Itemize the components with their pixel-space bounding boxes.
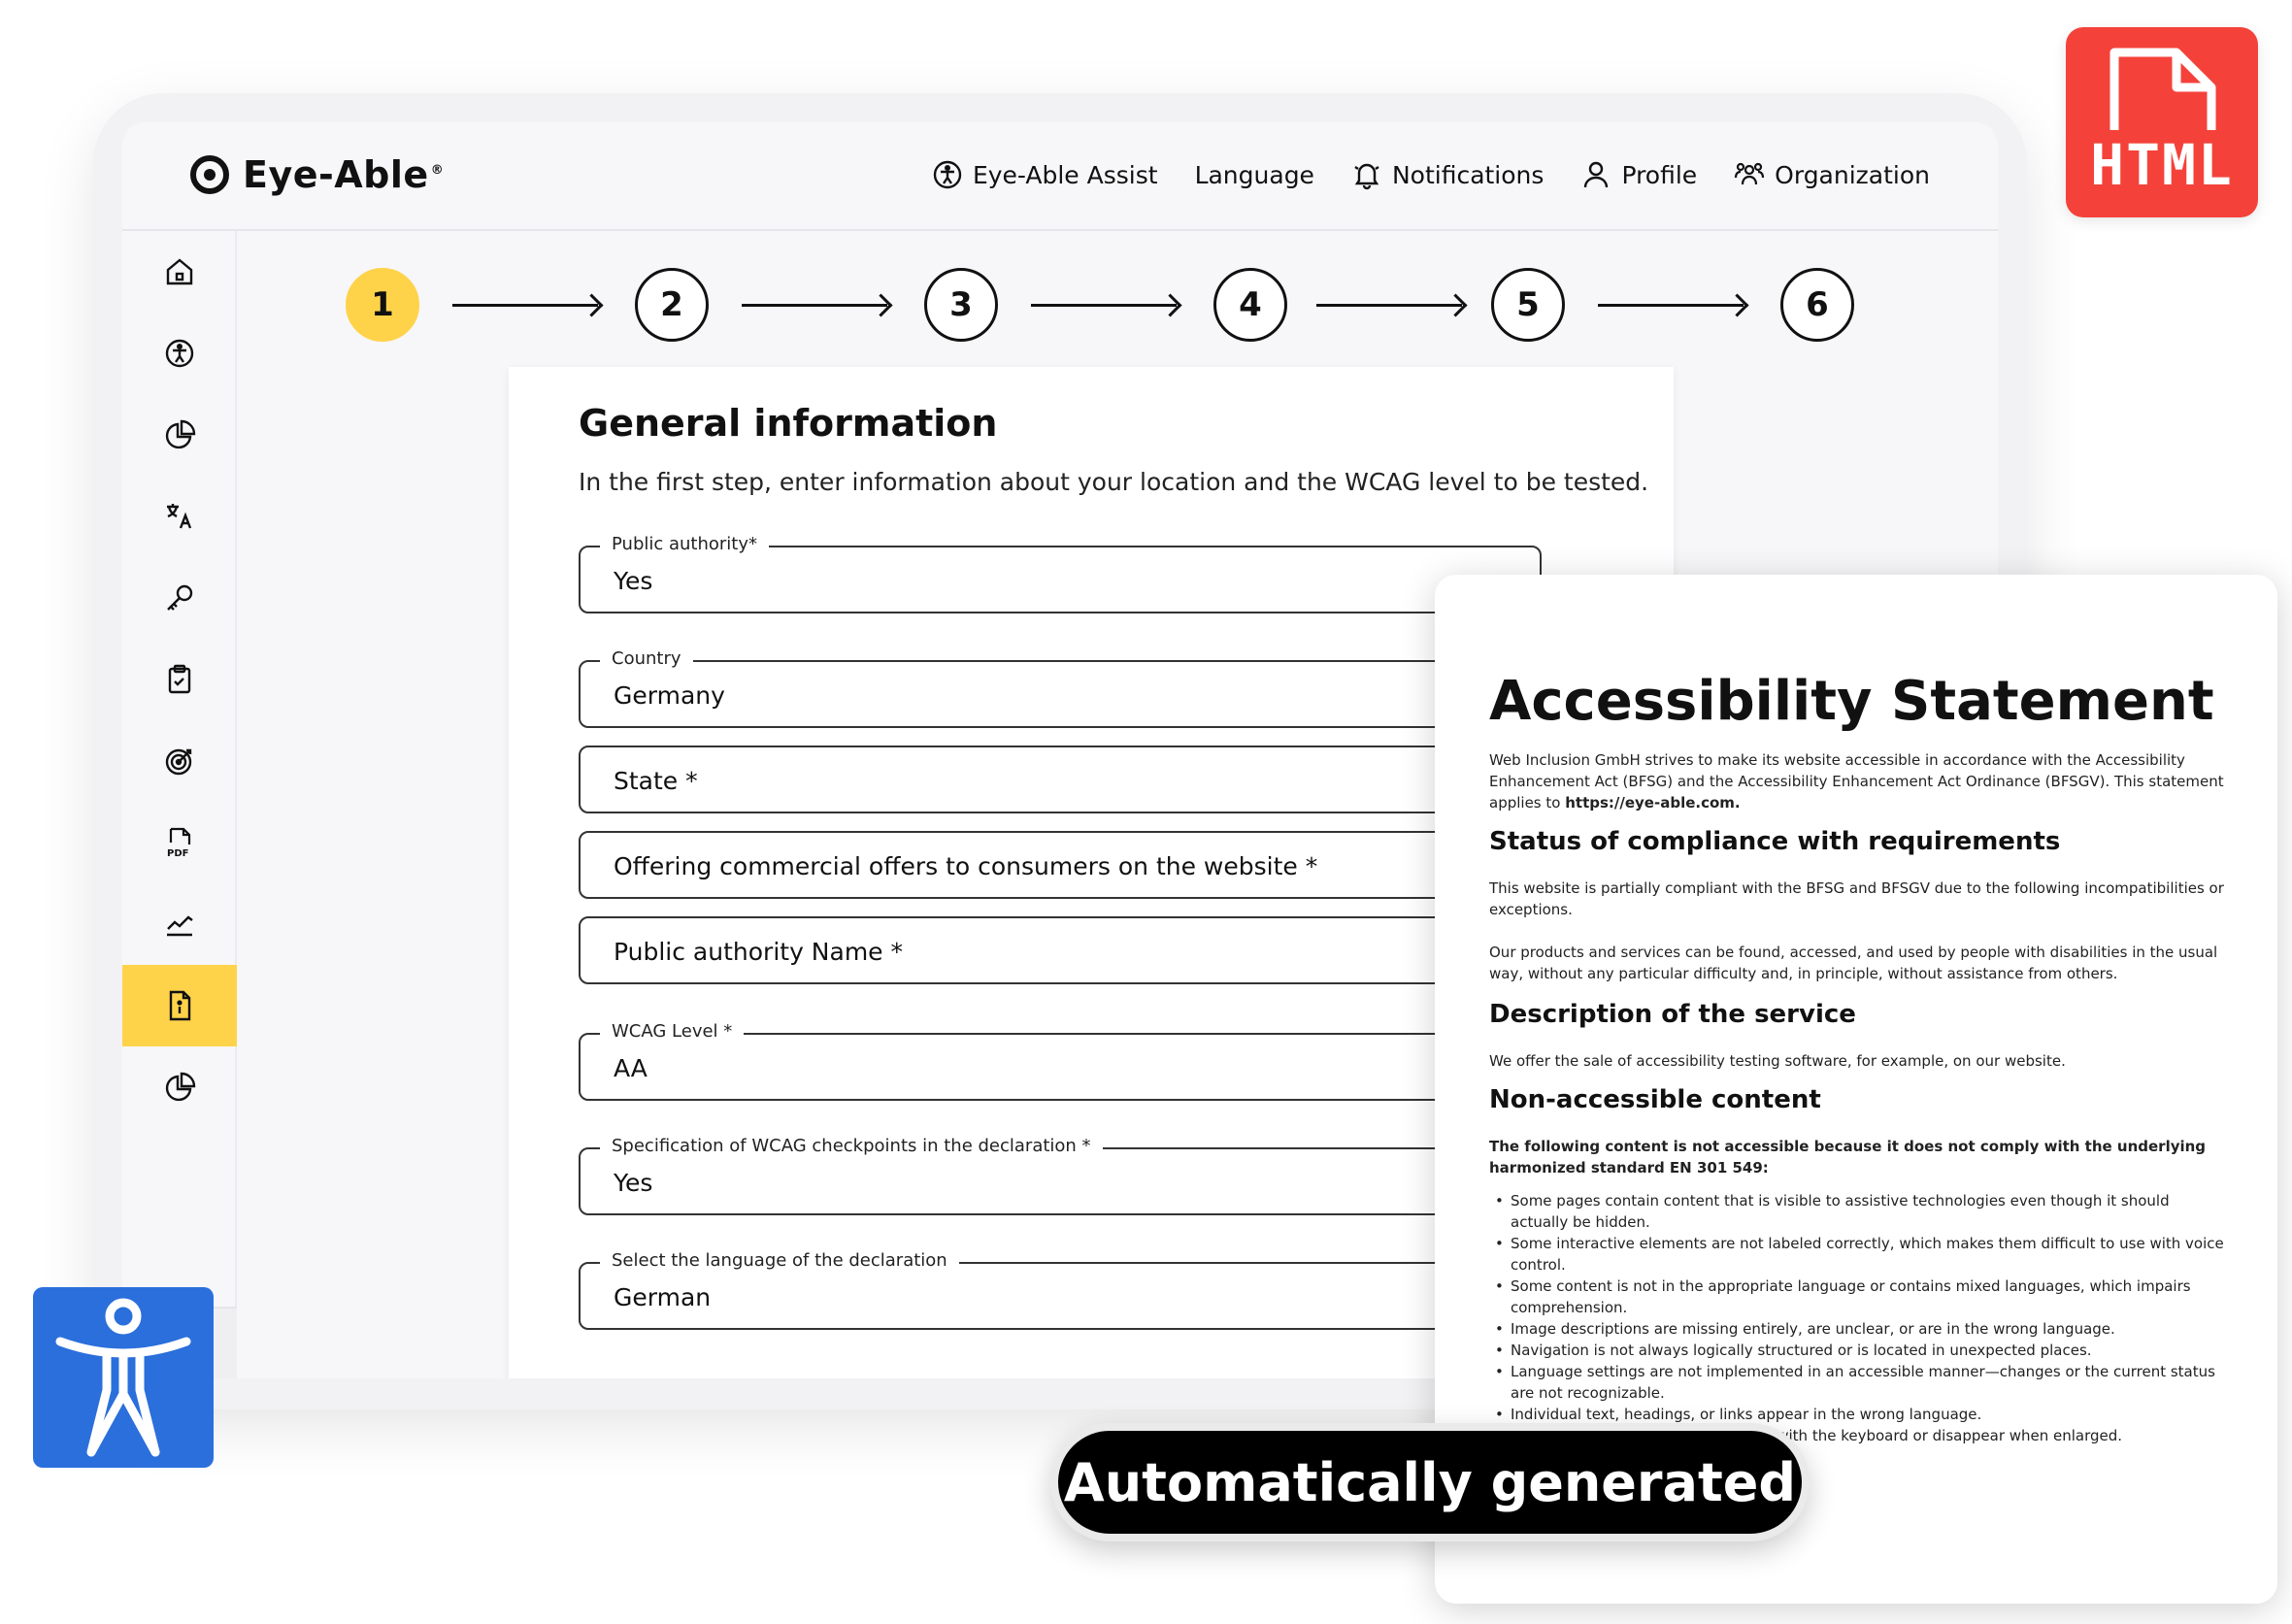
eye-able-logo[interactable]: Eye-Able ® [190,153,444,196]
state-select[interactable]: State * [579,746,1542,813]
step-2[interactable]: 2 [635,268,709,342]
field-value: German [614,1283,712,1311]
key-icon [167,584,193,611]
sidebar-item-tests[interactable] [122,639,237,720]
step-arrow [1598,304,1744,307]
sidebar-item-goals[interactable] [122,720,237,802]
sidebar-item-statistics[interactable] [122,1046,237,1128]
heading-status: Status of compliance with requirements [1489,827,2061,856]
declaration-language-select[interactable]: Select the language of the declaration G… [579,1250,1542,1330]
sidebar-item-analytics[interactable] [122,394,237,476]
form-intro: In the first step, enter information abo… [579,468,1649,496]
public-authority-select[interactable]: Public authority* Yes [579,534,1542,613]
document-link[interactable]: https://eye-able.com. [1565,794,1740,812]
list-item: Some pages contain content that is visib… [1489,1190,2231,1233]
step-arrow [452,304,598,307]
home-icon [166,258,193,285]
step-4[interactable]: 4 [1213,268,1287,342]
field-label: WCAG Level * [600,1021,745,1042]
field-placeholder: State * [614,767,698,795]
top-header: Eye-Able ® Eye-Able Assist Language Notif… [122,122,1998,231]
wizard-stepper: 1 2 3 4 5 6 [346,268,1860,346]
team-icon [1735,162,1765,185]
nav-organization[interactable]: Organization [1734,159,1930,190]
accessibility-badge[interactable] [33,1287,214,1468]
non-accessible-list: Some pages contain content that is visib… [1489,1190,2231,1446]
html-file-badge: HTML [2066,27,2258,217]
automatically-generated-label: Automatically generated [1050,1423,1810,1541]
document-intro: Web Inclusion GmbH strives to make its w… [1489,751,2224,812]
document-title: Accessibility Statement [1489,670,2214,733]
pdf-icon: PDF [167,827,191,859]
nav-notifications[interactable]: Notifications [1351,159,1544,190]
list-item: Some content is not in the appropriate l… [1489,1276,2231,1318]
eye-logo-icon [190,155,229,194]
sidebar-item-pdf[interactable]: PDF [122,802,237,883]
step-1[interactable]: 1 [346,268,419,342]
paragraph-service: We offer the sale of accessibility testi… [1489,1052,2066,1070]
step-5[interactable]: 5 [1491,268,1565,342]
field-label: Select the language of the declaration [600,1250,959,1271]
field-label: Public authority* [600,534,770,554]
top-nav: Eye-Able Assist Language Notifications P… [932,159,1930,190]
list-item: Some interactive elements are not labele… [1489,1233,2231,1276]
step-6[interactable]: 6 [1780,268,1854,342]
form-title: General information [579,402,998,445]
list-item: Image descriptions are missing entirely,… [1489,1318,2231,1340]
file-icon [2109,48,2216,130]
line-chart-icon [167,915,193,937]
public-authority-name-input[interactable]: Public authority Name * [579,916,1542,984]
nav-language[interactable]: Language [1195,161,1314,189]
brand-name: Eye-Able ® [243,153,445,196]
nav-eye-able-assist[interactable]: Eye-Able Assist [932,159,1158,190]
step-arrow [742,304,887,307]
paragraph-status: This website is partially compliant with… [1489,879,2224,918]
field-value: Germany [614,681,725,710]
sidebar-item-statement[interactable] [122,965,237,1046]
sidebar-item-home[interactable] [122,231,237,313]
wcag-checkpoints-select[interactable]: Specification of WCAG checkpoints in the… [579,1136,1542,1215]
field-placeholder: Offering commercial offers to consumers … [614,852,1318,880]
accessibility-icon [165,339,194,368]
pie-chart-icon [165,419,196,449]
paragraph-products: Our products and services can be found, … [1489,944,2218,982]
list-item: Language settings are not implemented in… [1489,1361,2231,1404]
info-document-icon [169,990,191,1021]
field-value: Yes [614,567,653,595]
field-placeholder: Public authority Name * [614,938,904,966]
field-value: Yes [614,1169,653,1197]
step-arrow [1031,304,1177,307]
html-label: HTML [2090,132,2234,198]
sidebar-item-reports[interactable] [122,883,237,965]
list-item: Navigation is not always logically struc… [1489,1340,2231,1361]
user-icon [1584,161,1609,188]
pie-chart-icon [165,1072,196,1102]
wcag-level-select[interactable]: WCAG Level * AA [579,1021,1542,1101]
nav-profile[interactable]: Profile [1580,159,1697,190]
country-select[interactable]: Country Germany [579,648,1542,728]
list-item: Individual text, headings, or links appe… [1489,1404,2231,1425]
svg-text:PDF: PDF [167,848,188,859]
sidebar: PDF [122,231,237,1378]
heading-service: Description of the service [1489,1000,1856,1029]
bell-icon [1354,163,1379,190]
field-label: Country [600,648,693,669]
accessibility-icon [933,160,962,189]
translate-icon [167,504,192,529]
sidebar-item-translate[interactable] [122,476,237,557]
sidebar-item-keys[interactable] [122,557,237,639]
sidebar-item-accessibility[interactable] [122,313,237,394]
field-value: AA [614,1054,648,1082]
heading-non-accessible: Non-accessible content [1489,1085,1821,1114]
target-icon [165,748,192,776]
commercial-offers-select[interactable]: Offering commercial offers to consumers … [579,831,1542,899]
accessibility-person-icon [55,1298,191,1457]
field-label: Specification of WCAG checkpoints in the… [600,1136,1103,1156]
paragraph-non-accessible: The following content is not accessible … [1489,1138,2207,1177]
step-arrow [1316,304,1462,307]
step-3[interactable]: 3 [924,268,998,342]
clipboard-check-icon [168,664,191,694]
